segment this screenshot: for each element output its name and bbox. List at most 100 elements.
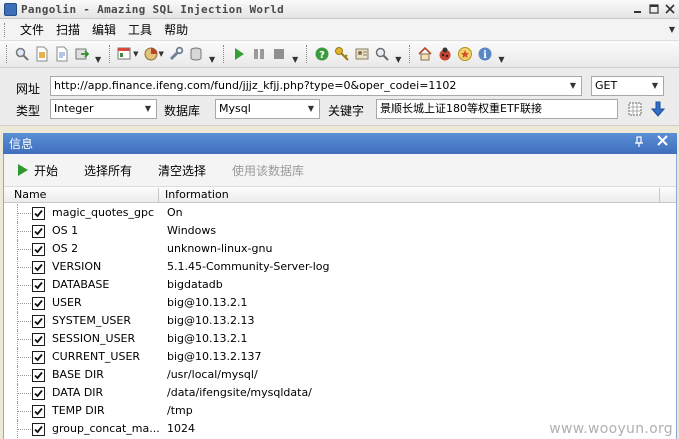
key-icon[interactable] [332, 44, 352, 64]
database-dropdown-icon[interactable]: ▼ [305, 100, 317, 118]
menu-file[interactable]: 文件 [14, 19, 50, 41]
checkmark-icon [34, 425, 43, 434]
database-select[interactable]: Mysql ▼ [215, 99, 320, 119]
table-row[interactable]: SYSTEM_USER big@10.13.2.13 [4, 312, 676, 330]
keyword-value: 景顺长城上证180等权重ETF联接 [380, 102, 542, 115]
menu-edit[interactable]: 编辑 [86, 19, 122, 41]
table-header: Name Information [4, 187, 676, 203]
magnifier-icon[interactable] [12, 44, 32, 64]
table-row[interactable]: TEMP DIR/tmp [4, 402, 676, 420]
wrench-icon[interactable] [166, 44, 186, 64]
row-name: SESSION_USER [52, 332, 136, 345]
close-icon[interactable] [663, 2, 677, 16]
row-information: Windows [167, 224, 217, 237]
toolbar-separator [109, 45, 111, 63]
column-header-name[interactable]: Name [8, 187, 46, 203]
row-checkbox[interactable] [32, 405, 45, 418]
column-header-information[interactable]: Information [159, 187, 229, 203]
checkmark-icon [34, 245, 43, 254]
column-divider[interactable] [659, 188, 660, 202]
pause-icon[interactable] [249, 44, 269, 64]
app-window-dropdown-icon[interactable]: ▼ [133, 50, 138, 58]
row-information: big@10.13.2.1 [167, 332, 248, 345]
use-database-button[interactable]: 使用该数据库 [232, 162, 304, 179]
url-label: 网址 [16, 82, 41, 96]
table-row[interactable]: USER big@10.13.2.1 [4, 294, 676, 312]
toolbar-overflow-icon-4[interactable]: ▼ [395, 55, 401, 67]
home-icon[interactable] [415, 44, 435, 64]
row-checkbox[interactable] [32, 351, 45, 364]
clear-selection-button[interactable]: 清空选择 [158, 162, 206, 179]
table-row[interactable]: DATA DIR/data/ifengsite/mysqldata/ [4, 384, 676, 402]
window-title: Pangolin - Amazing SQL Injection World [21, 2, 285, 16]
checkmark-icon [34, 389, 43, 398]
tree-line [18, 303, 31, 304]
user-icon[interactable] [352, 44, 372, 64]
pie-tools-icon[interactable] [141, 44, 161, 64]
row-checkbox[interactable] [32, 243, 45, 256]
arrow-down-icon[interactable] [649, 100, 667, 118]
row-checkbox[interactable] [32, 279, 45, 292]
new-file-icon[interactable] [32, 44, 52, 64]
table-row[interactable]: SESSION_USER big@10.13.2.1 [4, 330, 676, 348]
row-checkbox[interactable] [32, 369, 45, 382]
table-row[interactable]: DATABASE bigdatadb [4, 276, 676, 294]
menu-tools[interactable]: 工具 [122, 19, 158, 41]
row-checkbox[interactable] [32, 297, 45, 310]
select-all-button[interactable]: 选择所有 [84, 162, 132, 179]
row-checkbox[interactable] [32, 261, 45, 274]
url-input[interactable]: http://app.finance.ifeng.com/fund/jjjz_k… [50, 76, 582, 96]
play-icon[interactable] [229, 44, 249, 64]
toolbar-overflow-icon-3[interactable]: ▼ [292, 55, 298, 67]
minimize-icon[interactable] [631, 2, 645, 16]
table-row[interactable]: OS 2 unknown-linux-gnu [4, 240, 676, 258]
pin-icon[interactable] [634, 136, 644, 151]
row-information: 5.1.45-Community-Server-log [167, 260, 330, 273]
pie-tools-dropdown-icon[interactable]: ▼ [159, 50, 164, 58]
ladybug-icon[interactable] [435, 44, 455, 64]
row-checkbox[interactable] [32, 333, 45, 346]
database-icon[interactable] [186, 44, 206, 64]
row-information: big@10.13.2.137 [167, 350, 262, 363]
type-select[interactable]: Integer ▼ [50, 99, 157, 119]
menu-scan[interactable]: 扫描 [50, 19, 86, 41]
row-checkbox[interactable] [32, 225, 45, 238]
url-dropdown-icon[interactable]: ▼ [567, 77, 579, 95]
start-button[interactable]: 开始 [18, 162, 58, 179]
stop-icon[interactable] [269, 44, 289, 64]
grid-select-icon[interactable] [626, 100, 644, 118]
row-checkbox[interactable] [32, 423, 45, 436]
row-checkbox[interactable] [32, 207, 45, 220]
maximize-icon[interactable] [647, 2, 661, 16]
search-icon[interactable] [372, 44, 392, 64]
open-file-icon[interactable] [52, 44, 72, 64]
keyword-input[interactable]: 景顺长城上证180等权重ETF联接 [376, 99, 618, 119]
table-row[interactable]: CURRENT_USER big@10.13.2.137 [4, 348, 676, 366]
method-select[interactable]: GET ▼ [591, 76, 664, 96]
table-row[interactable]: magic_quotes_gpc On [4, 204, 676, 222]
toolbar-overflow-icon-5[interactable]: ▼ [498, 55, 504, 67]
row-checkbox[interactable] [32, 387, 45, 400]
method-dropdown-icon[interactable]: ▼ [649, 77, 661, 95]
row-checkbox[interactable] [32, 315, 45, 328]
table-row[interactable]: VERSION 5.1.45-Community-Server-log [4, 258, 676, 276]
menu-grip [4, 22, 7, 37]
app-window-icon[interactable] [115, 44, 135, 64]
menu-help[interactable]: 帮助 [158, 19, 194, 41]
toolbar-overflow-icon-2[interactable]: ▼ [209, 55, 215, 67]
help-icon[interactable]: ? [312, 44, 332, 64]
info-table-rows: magic_quotes_gpc On OS 1 Windows OS 2 unknown… [4, 204, 676, 439]
row-name: group_concat_ma... [52, 422, 160, 435]
panel-close-icon[interactable] [657, 135, 668, 150]
checkmark-icon [34, 353, 43, 362]
info-icon[interactable]: i [475, 44, 495, 64]
favorites-icon[interactable] [455, 44, 475, 64]
table-row[interactable]: OS 1 Windows [4, 222, 676, 240]
type-dropdown-icon[interactable]: ▼ [142, 100, 154, 118]
row-information: bigdatadb [167, 278, 223, 291]
menu-overflow-icon[interactable]: ▼ [669, 25, 675, 34]
table-row[interactable]: BASE DIR/usr/local/mysql/ [4, 366, 676, 384]
export-icon[interactable] [72, 44, 92, 64]
pangolin-app-icon [4, 2, 17, 16]
toolbar-overflow-icon[interactable]: ▼ [95, 55, 101, 67]
